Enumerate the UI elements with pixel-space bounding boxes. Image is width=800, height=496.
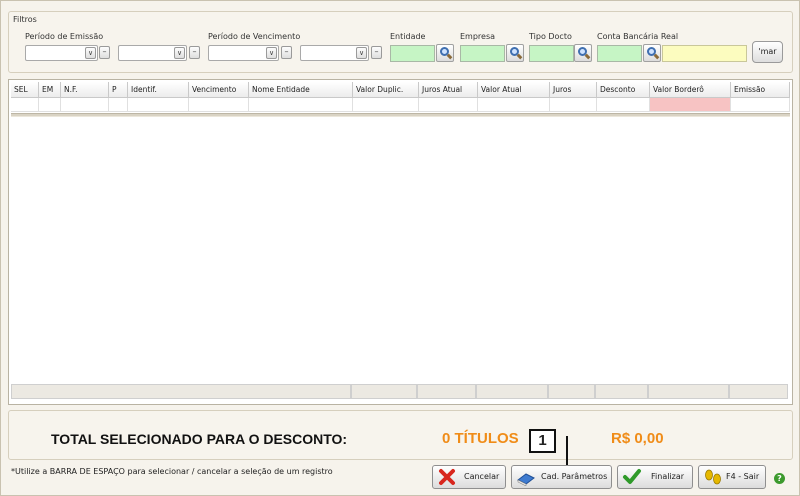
tipo-docto-field[interactable] (529, 45, 574, 62)
cad-parametros-button[interactable]: Cad. Parâmetros (511, 465, 612, 489)
conta-bancaria-description (662, 45, 747, 62)
col-identif[interactable]: Identif. (128, 82, 189, 98)
vencimento-start-clear[interactable]: – (281, 46, 292, 59)
filters-group: Filtros Período de Emissão ∨ – ∨ – Perío… (8, 11, 793, 73)
finalizar-button[interactable]: Finalizar (617, 465, 693, 489)
tipo-docto-search-button[interactable] (574, 44, 592, 62)
filters-title: Filtros (13, 15, 37, 24)
chevron-down-icon[interactable]: ∨ (85, 47, 96, 59)
vencimento-end-clear[interactable]: – (371, 46, 382, 59)
red-x-icon (439, 469, 455, 485)
book-icon (517, 473, 535, 486)
col-nf[interactable]: N.F. (61, 82, 109, 98)
titles-grid[interactable]: SEL EM N.F. P Identif. Vencimento Nome E… (8, 79, 793, 405)
col-juros-atual[interactable]: Juros Atual (419, 82, 478, 98)
col-em[interactable]: EM (39, 82, 61, 98)
col-vencimento[interactable]: Vencimento (189, 82, 249, 98)
tipo-docto-label: Tipo Docto (529, 32, 572, 41)
footprints-icon (705, 469, 721, 485)
emissao-end-clear[interactable]: – (189, 46, 200, 59)
grid-footer (11, 384, 788, 399)
col-sel[interactable]: SEL (11, 82, 39, 98)
col-juros[interactable]: Juros (550, 82, 597, 98)
col-desconto[interactable]: Desconto (597, 82, 650, 98)
chevron-down-icon[interactable]: ∨ (174, 47, 185, 59)
empresa-label: Empresa (460, 32, 496, 41)
empresa-search-button[interactable] (506, 44, 524, 62)
conta-bancaria-label: Conta Bancária Real (597, 32, 679, 41)
vencimento-start-date[interactable]: ∨ (208, 45, 279, 61)
col-valor-bordero[interactable]: Valor Borderô (650, 82, 731, 98)
periodo-emissao-label: Período de Emissão (25, 32, 104, 41)
col-valor-duplic[interactable]: Valor Duplic. (353, 82, 419, 98)
entidade-field[interactable] (390, 45, 435, 62)
grid-header: SEL EM N.F. P Identif. Vencimento Nome E… (11, 82, 790, 98)
conta-bancaria-field[interactable] (597, 45, 642, 62)
conta-bancaria-search-button[interactable] (643, 44, 661, 62)
total-value: R$ 0,00 (611, 430, 664, 447)
col-valor-atual[interactable]: Valor Atual (478, 82, 550, 98)
entidade-search-button[interactable] (436, 44, 454, 62)
totals-panel: TOTAL SELECIONADO PARA O DESCONTO: 0 TÍT… (8, 410, 793, 460)
callout-marker: 1 (529, 429, 556, 453)
cancel-button[interactable]: Cancelar (432, 465, 506, 489)
table-row[interactable] (11, 98, 790, 112)
col-nome-entidade[interactable]: Nome Entidade (249, 82, 353, 98)
help-icon[interactable]: ? (774, 473, 785, 484)
periodo-vencimento-label: Período de Vencimento (208, 32, 301, 41)
valor-bordero-cell[interactable] (650, 98, 731, 112)
checkmark-icon (623, 469, 641, 484)
entidade-label: Entidade (390, 32, 426, 41)
keyboard-hint: *Utilize a BARRA DE ESPAÇO para selecion… (11, 467, 333, 476)
window: Filtros Período de Emissão ∨ – ∨ – Perío… (0, 0, 800, 496)
sair-button[interactable]: F4 - Sair (698, 465, 766, 489)
col-emissao[interactable]: Emissão (731, 82, 790, 98)
emissao-start-clear[interactable]: – (99, 46, 110, 59)
empresa-field[interactable] (460, 45, 505, 62)
confirm-filter-button[interactable]: 'mar (752, 41, 783, 63)
col-p[interactable]: P (109, 82, 128, 98)
callout-pointer (566, 436, 568, 466)
chevron-down-icon[interactable]: ∨ (266, 47, 277, 59)
total-count: 0 TÍTULOS (442, 430, 519, 447)
chevron-down-icon[interactable]: ∨ (356, 47, 367, 59)
grid-splitter[interactable] (11, 113, 790, 117)
emissao-start-date[interactable]: ∨ (25, 45, 98, 61)
vencimento-end-date[interactable]: ∨ (300, 45, 369, 61)
total-label: TOTAL SELECIONADO PARA O DESCONTO: (51, 431, 348, 447)
emissao-end-date[interactable]: ∨ (118, 45, 187, 61)
